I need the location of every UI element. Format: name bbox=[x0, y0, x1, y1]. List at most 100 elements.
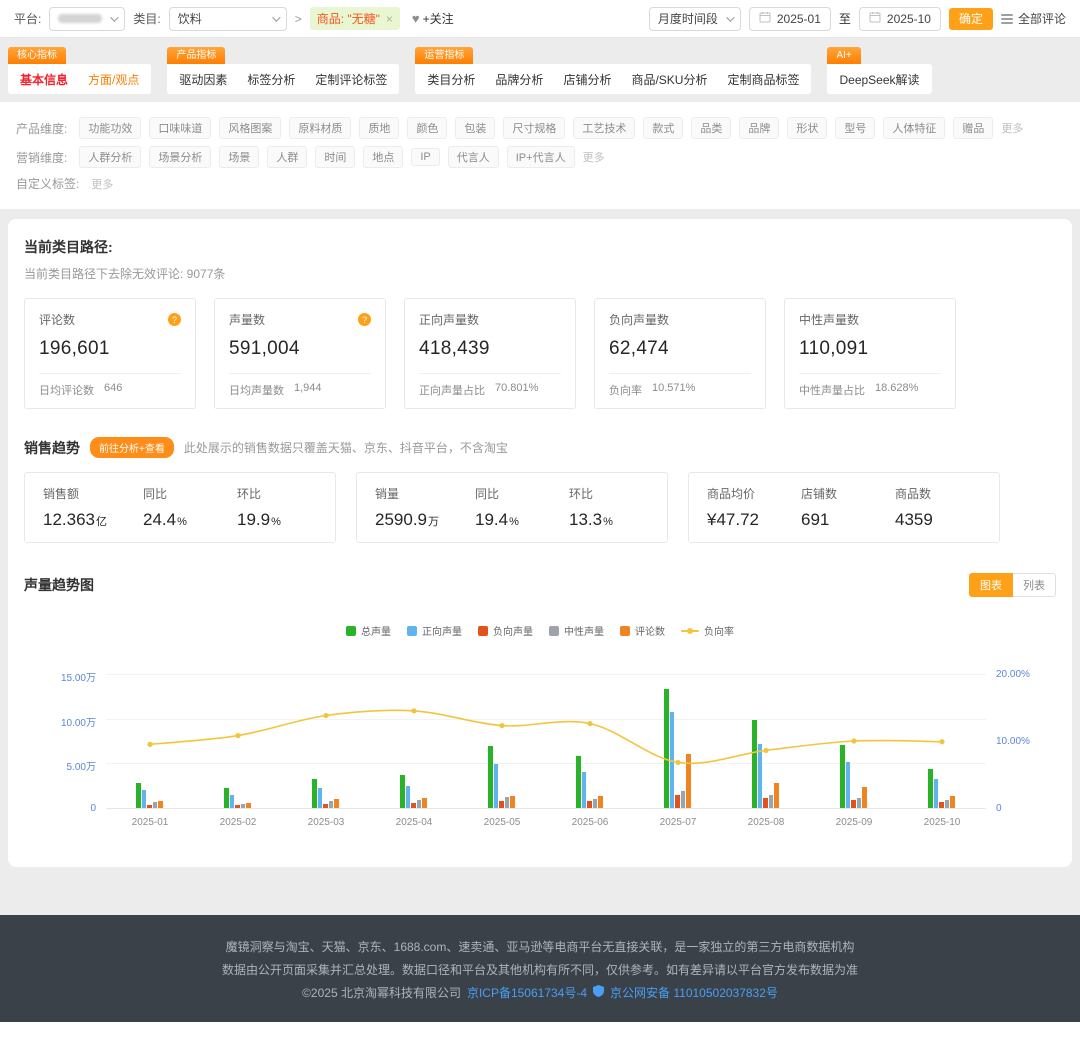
list-icon bbox=[1001, 12, 1013, 26]
legend-item[interactable]: 总声量 bbox=[346, 623, 391, 638]
police-link[interactable]: 京公网安备 11010502037832号 bbox=[610, 984, 778, 1001]
filter-chip[interactable]: 品类 bbox=[691, 117, 731, 139]
filter-chip[interactable]: 型号 bbox=[835, 117, 875, 139]
tab-group-ribbon: 核心指标 bbox=[8, 47, 66, 64]
go-analyze-button[interactable]: 前往分析+查看 bbox=[90, 437, 174, 458]
confirm-button[interactable]: 确定 bbox=[949, 8, 993, 30]
tab-item[interactable]: 定制评论标签 bbox=[315, 71, 387, 88]
filter-chip[interactable]: 品牌 bbox=[739, 117, 779, 139]
sales-value: 2590.9万 bbox=[375, 510, 439, 530]
platform-select[interactable] bbox=[49, 7, 125, 31]
metric-title: 评论数 bbox=[39, 311, 75, 328]
filter-chip[interactable]: 款式 bbox=[643, 117, 683, 139]
date-from-input[interactable]: 2025-01 bbox=[749, 7, 831, 31]
help-icon[interactable]: ? bbox=[358, 313, 371, 326]
sales-value-number: 24.4 bbox=[143, 510, 176, 529]
filter-more-link[interactable]: 更多 bbox=[91, 176, 113, 192]
legend-item[interactable]: 负向声量 bbox=[478, 623, 533, 638]
tab-item[interactable]: 方面/观点 bbox=[88, 71, 139, 88]
metric-card: 声量数?591,004日均声量数1,944 bbox=[214, 298, 386, 409]
filter-chip[interactable]: 质地 bbox=[359, 117, 399, 139]
sales-label: 销量 bbox=[375, 485, 439, 502]
filter-more-link[interactable]: 更多 bbox=[1001, 120, 1023, 136]
sales-cards: 销售额12.363亿同比24.4%环比19.9%销量2590.9万同比19.4%… bbox=[24, 472, 1056, 543]
follow-label: +关注 bbox=[423, 10, 454, 27]
tab-item[interactable]: 品牌分析 bbox=[495, 71, 543, 88]
sales-label: 销售额 bbox=[43, 485, 107, 502]
legend-label: 总声量 bbox=[361, 623, 391, 638]
filter-chip[interactable]: 赠品 bbox=[953, 117, 993, 139]
close-icon[interactable]: × bbox=[386, 12, 393, 26]
filter-chip[interactable]: 功能功效 bbox=[79, 117, 141, 139]
filter-chip[interactable]: 人群 bbox=[267, 146, 307, 168]
icp-link[interactable]: 京ICP备15061734号-4 bbox=[467, 984, 587, 1001]
tab-item[interactable]: 店铺分析 bbox=[563, 71, 611, 88]
x-axis-label: 2025-06 bbox=[558, 817, 622, 828]
filter-chip[interactable]: 尺寸规格 bbox=[503, 117, 565, 139]
filter-chip[interactable]: 地点 bbox=[363, 146, 403, 168]
filter-chip[interactable]: IP+代言人 bbox=[507, 146, 575, 168]
follow-button[interactable]: ♥ +关注 bbox=[412, 10, 454, 27]
sales-value: 19.9% bbox=[237, 510, 295, 530]
legend-item[interactable]: 正向声量 bbox=[407, 623, 462, 638]
filter-chip[interactable]: 工艺技术 bbox=[573, 117, 635, 139]
product-tag-label: 商品: "无糖" bbox=[317, 10, 380, 27]
filter-chip[interactable]: 人体特征 bbox=[883, 117, 945, 139]
filter-chip[interactable]: 场景分析 bbox=[149, 146, 211, 168]
filter-chip[interactable]: 颜色 bbox=[407, 117, 447, 139]
sales-value-number: 2590.9 bbox=[375, 510, 427, 529]
filter-chip[interactable]: 包装 bbox=[455, 117, 495, 139]
filter-chip[interactable]: 形状 bbox=[787, 117, 827, 139]
sales-col: 同比19.4% bbox=[475, 485, 533, 530]
legend-swatch bbox=[478, 626, 488, 636]
legend-label: 评论数 bbox=[635, 623, 665, 638]
tab-item[interactable]: 商品/SKU分析 bbox=[631, 71, 707, 88]
y-axis-label-right: 0 bbox=[996, 803, 1002, 814]
tab-item[interactable]: 驱动因素 bbox=[179, 71, 227, 88]
footer-disclaimer-2: 数据由公开页面采集并汇总处理。数据口径和平台及其他机构有所不同，仅供参考。如有差… bbox=[0, 961, 1080, 978]
metric-title: 正向声量数 bbox=[419, 311, 479, 328]
legend-item[interactable]: 中性声量 bbox=[549, 623, 604, 638]
metric-value: 591,004 bbox=[229, 338, 371, 360]
filter-chip[interactable]: IP bbox=[411, 148, 439, 166]
x-axis-label: 2025-04 bbox=[382, 817, 446, 828]
sales-note: 此处展示的销售数据只覆盖天猫、京东、抖音平台，不含淘宝 bbox=[184, 439, 508, 456]
tab-item[interactable]: 定制商品标签 bbox=[727, 71, 799, 88]
tab-item[interactable]: DeepSeek解读 bbox=[839, 71, 919, 88]
sales-value-unit: 亿 bbox=[96, 516, 107, 528]
filter-chip[interactable]: 原料材质 bbox=[289, 117, 351, 139]
tab-item[interactable]: 基本信息 bbox=[20, 71, 68, 88]
breadcrumb-separator: > bbox=[295, 12, 302, 26]
legend-item[interactable]: 评论数 bbox=[620, 623, 665, 638]
metric-title-row: 声量数? bbox=[229, 311, 371, 328]
legend-item[interactable]: 负向率 bbox=[681, 623, 734, 638]
category-select[interactable]: 饮料 bbox=[169, 7, 287, 31]
metric-sub-row: 日均评论数646 bbox=[39, 373, 181, 398]
heart-icon: ♥ bbox=[412, 11, 420, 26]
toggle-list-view[interactable]: 列表 bbox=[1013, 573, 1056, 597]
date-to-input[interactable]: 2025-10 bbox=[859, 7, 941, 31]
x-axis-label: 2025-08 bbox=[734, 817, 798, 828]
sales-label: 同比 bbox=[143, 485, 201, 502]
tab-item[interactable]: 标签分析 bbox=[247, 71, 295, 88]
metric-sub-row: 负向率10.571% bbox=[609, 373, 751, 398]
date-range-separator: 至 bbox=[839, 10, 851, 27]
sales-title: 销售趋势 bbox=[24, 438, 80, 458]
product-filter-tag[interactable]: 商品: "无糖" × bbox=[310, 7, 400, 30]
help-icon[interactable]: ? bbox=[168, 313, 181, 326]
all-comments-button[interactable]: 全部评论 bbox=[1001, 10, 1066, 27]
chevron-down-icon bbox=[272, 13, 280, 21]
tab-group-ribbon: AI+ bbox=[827, 47, 860, 64]
filter-chip[interactable]: 代言人 bbox=[448, 146, 499, 168]
toggle-chart-view[interactable]: 图表 bbox=[969, 573, 1013, 597]
sales-value-number: 13.3 bbox=[569, 510, 602, 529]
sales-value-number: 19.4 bbox=[475, 510, 508, 529]
filter-chip[interactable]: 人群分析 bbox=[79, 146, 141, 168]
filter-chip[interactable]: 场景 bbox=[219, 146, 259, 168]
tab-item[interactable]: 类目分析 bbox=[427, 71, 475, 88]
filter-more-link[interactable]: 更多 bbox=[583, 149, 605, 165]
period-select[interactable]: 月度时间段 bbox=[649, 7, 741, 31]
filter-chip[interactable]: 时间 bbox=[315, 146, 355, 168]
filter-chip[interactable]: 口味味道 bbox=[149, 117, 211, 139]
filter-chip[interactable]: 风格图案 bbox=[219, 117, 281, 139]
